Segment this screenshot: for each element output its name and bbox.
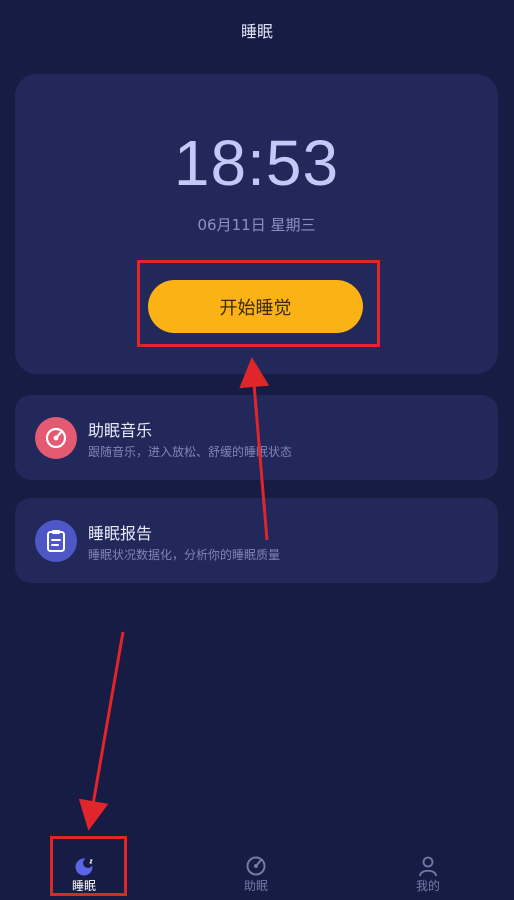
- tab-mine-label: 我的: [415, 879, 440, 893]
- sleep-screen: 睡眠 18:53 06月11日 星期三 开始睡觉 助眠音乐 跟随音乐，进入放松、…: [0, 0, 514, 900]
- person-icon: [417, 855, 439, 877]
- tab-sleep-label: 睡眠: [71, 879, 96, 893]
- sleep-music-card[interactable]: 助眠音乐 跟随音乐，进入放松、舒缓的睡眠状态: [15, 395, 498, 480]
- start-sleep-button[interactable]: 开始睡觉: [148, 280, 363, 333]
- page-title: 睡眠: [240, 22, 273, 41]
- arrow-to-sleep-tab: [78, 631, 125, 831]
- clock-card: 18:53 06月11日 星期三 开始睡觉: [15, 74, 498, 374]
- tab-mine[interactable]: 我的: [373, 840, 483, 900]
- clock-date: 06月11日 星期三: [197, 216, 316, 234]
- sleep-report-title: 睡眠报告: [88, 524, 153, 543]
- tab-sleep-aid-label: 助眠: [243, 879, 268, 893]
- clipboard-icon: [35, 520, 77, 562]
- music-disc-icon: [35, 417, 77, 459]
- sleep-report-card[interactable]: 睡眠报告 睡眠状况数据化，分析你的睡眠质量: [15, 498, 498, 583]
- sleep-music-description: 跟随音乐，进入放松、舒缓的睡眠状态: [88, 445, 293, 459]
- tab-sleep-aid[interactable]: 助眠: [201, 840, 311, 900]
- bottom-tab-bar: 睡眠 助眠 我的: [0, 840, 514, 900]
- sleep-report-description: 睡眠状况数据化，分析你的睡眠质量: [88, 548, 281, 562]
- tab-sleep[interactable]: 睡眠: [29, 840, 139, 900]
- moon-icon: [73, 855, 95, 877]
- sleep-music-title: 助眠音乐: [88, 421, 153, 440]
- clock-time: 18:53: [173, 127, 340, 199]
- music-disc-icon: [245, 855, 267, 877]
